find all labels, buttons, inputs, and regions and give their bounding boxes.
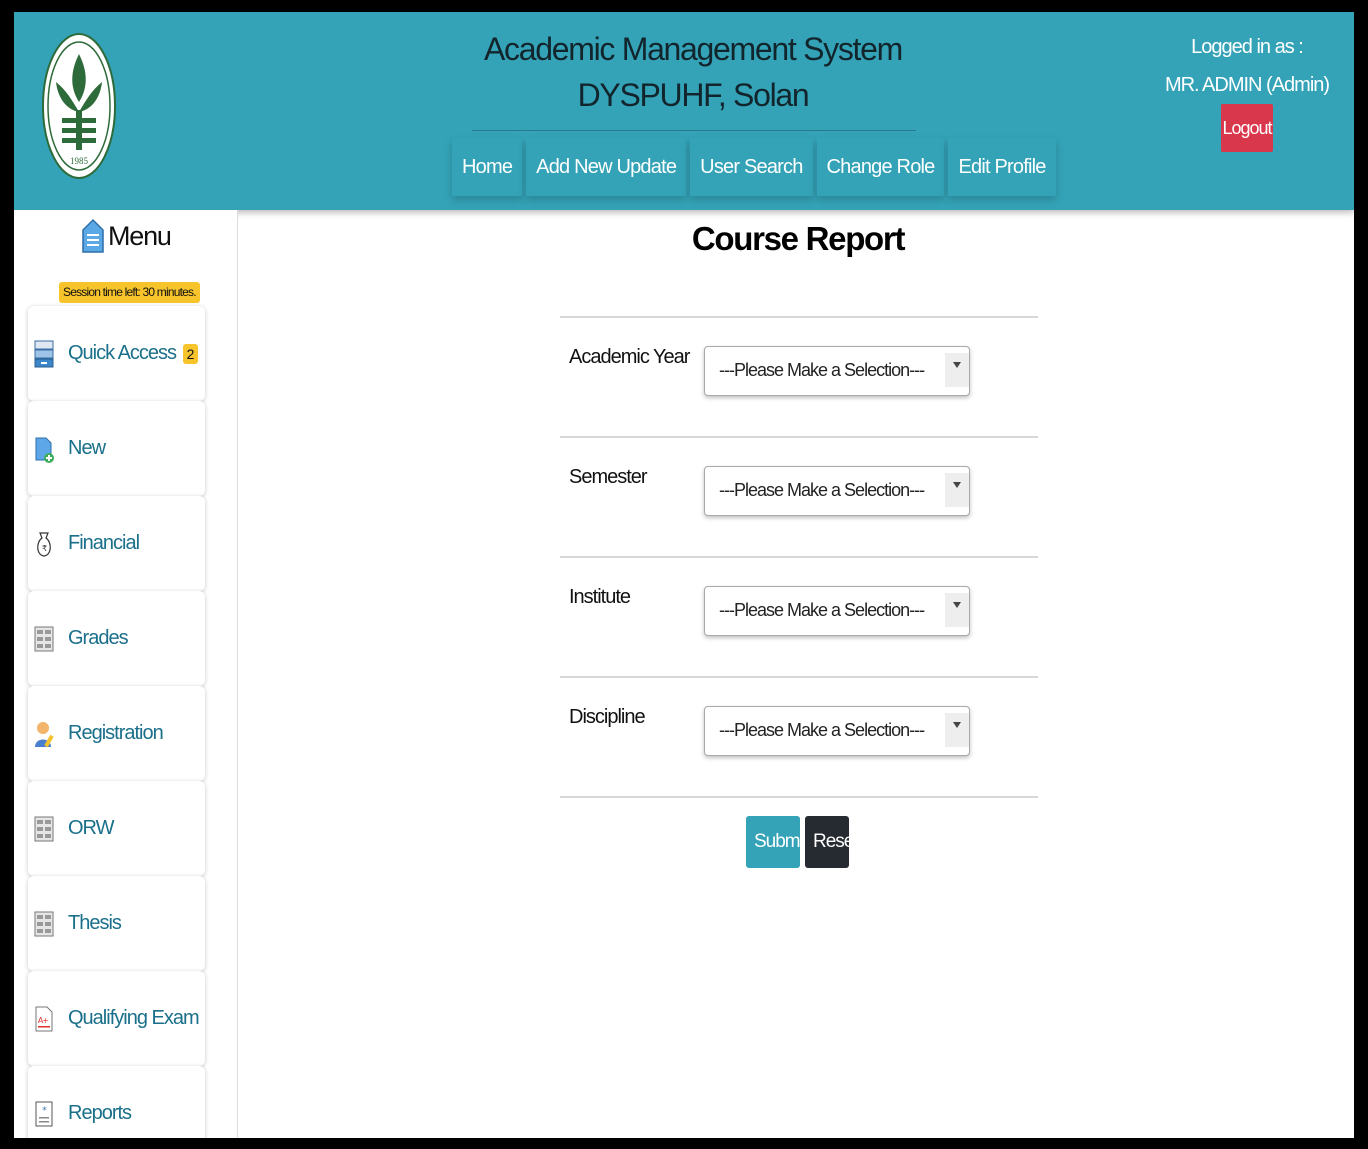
institute-label: Institute [569,586,631,608]
semester-label: Semester [569,466,648,488]
archive-icon [34,340,54,367]
reset-button[interactable]: Reset [805,816,859,868]
academic-year-select[interactable]: ---Please Make a Selection--- [704,346,970,396]
semester-select[interactable]: ---Please Make a Selection--- [704,466,970,516]
sidebar-item-label: New [68,437,106,459]
app-title-line2: DYSPUHF, Solan [577,77,810,113]
home-menu-icon [82,218,104,253]
sidebar-item-qualifying-exam[interactable]: A+ Qualifying Exam [28,971,205,1066]
app-title-line1: Academic Management System [484,31,903,67]
quick-access-count-badge: 2 [182,344,199,364]
menu-title: Menu [108,220,172,251]
chevron-down-icon [953,602,961,608]
nav-user-search[interactable]: User Search [690,138,813,196]
header-bar: 1985 Academic Management System DYSPUHF,… [14,12,1354,210]
sidebar-item-label: Grades [68,627,129,649]
academic-year-label: Academic Year [569,346,690,368]
money-bag-icon: ₹ [37,531,51,557]
sidebar: Menu Session time left: 30 minutes. Quic… [14,210,238,1138]
grid-list-icon [34,626,54,651]
select-value: ---Please Make a Selection--- [719,720,925,740]
nav-add-new-update[interactable]: Add New Update [526,138,687,196]
chevron-down-icon [953,362,961,368]
form-row-discipline: Discipline ---Please Make a Selection--- [560,676,1038,796]
session-timer-badge: Session time left: 30 minutes. [59,282,200,303]
sidebar-item-label: Quick Access 2 [68,342,199,365]
institute-select[interactable]: ---Please Make a Selection--- [704,586,970,636]
svg-text:A+: A+ [38,1016,48,1025]
logged-in-label: Logged in as : [1191,36,1304,58]
select-value: ---Please Make a Selection--- [719,600,925,620]
top-nav: Home Add New Update User Search Change R… [452,138,1056,200]
nav-edit-profile[interactable]: Edit Profile [948,138,1056,196]
grid-list-icon [34,911,54,936]
form-row-semester: Semester ---Please Make a Selection--- [560,436,1038,556]
sidebar-item-reports[interactable]: * Reports [28,1066,205,1138]
current-user: MR. ADMIN (Admin) [1164,74,1330,96]
select-value: ---Please Make a Selection--- [719,480,925,500]
grid-list-icon [34,816,54,841]
sidebar-item-new[interactable]: New [28,401,205,496]
nav-change-role[interactable]: Change Role [816,138,945,196]
form-bottom-divider [560,796,1038,798]
user-edit-icon [35,721,54,747]
sidebar-item-orw[interactable]: ORW [28,781,205,876]
sidebar-item-label: Reports [68,1102,132,1124]
sidebar-item-grades[interactable]: Grades [28,591,205,686]
chevron-down-icon [953,722,961,728]
form-row-academic-year: Academic Year ---Please Make a Selection… [560,316,1038,436]
logout-button[interactable]: Logout [1221,104,1273,152]
discipline-select[interactable]: ---Please Make a Selection--- [704,706,970,756]
discipline-label: Discipline [569,706,646,728]
nav-home[interactable]: Home [452,138,523,196]
sidebar-item-registration[interactable]: Registration [28,686,205,781]
select-arrow-area [945,473,969,507]
exam-paper-icon: A+ [35,1006,53,1031]
title-divider [472,130,916,131]
app-window: 1985 Academic Management System DYSPUHF,… [14,12,1354,1138]
app-title: Academic Management System DYSPUHF, Sola… [14,26,1354,118]
submit-button[interactable]: Submit [746,816,808,868]
select-arrow-area [945,713,969,747]
report-icon: * [35,1101,53,1126]
select-arrow-area [945,593,969,627]
login-info: Logged in as : MR. ADMIN (Admin) Logout [1156,28,1338,152]
menu-header: Menu [82,218,172,254]
chevron-down-icon [953,482,961,488]
sidebar-item-thesis[interactable]: Thesis [28,876,205,971]
sidebar-menu: Quick Access 2 New ₹ Financial Grades Re… [28,306,205,1138]
sidebar-item-label: Qualifying Exam [68,1007,200,1029]
form-row-institute: Institute ---Please Make a Selection--- [560,556,1038,676]
sidebar-item-label: ORW [68,817,115,839]
form-actions: Submit Reset [746,816,859,868]
page-title: Course Report [691,220,906,257]
sidebar-item-financial[interactable]: ₹ Financial [28,496,205,591]
sidebar-item-label: Registration [68,722,164,744]
svg-text:1985: 1985 [70,156,89,166]
course-report-form: Academic Year ---Please Make a Selection… [560,316,1038,798]
select-arrow-area [945,353,969,387]
sidebar-item-label: Financial [68,532,140,554]
sidebar-item-label: Thesis [68,912,122,934]
select-value: ---Please Make a Selection--- [719,360,925,380]
new-document-icon [35,437,54,463]
sidebar-item-quick-access[interactable]: Quick Access 2 [28,306,205,401]
